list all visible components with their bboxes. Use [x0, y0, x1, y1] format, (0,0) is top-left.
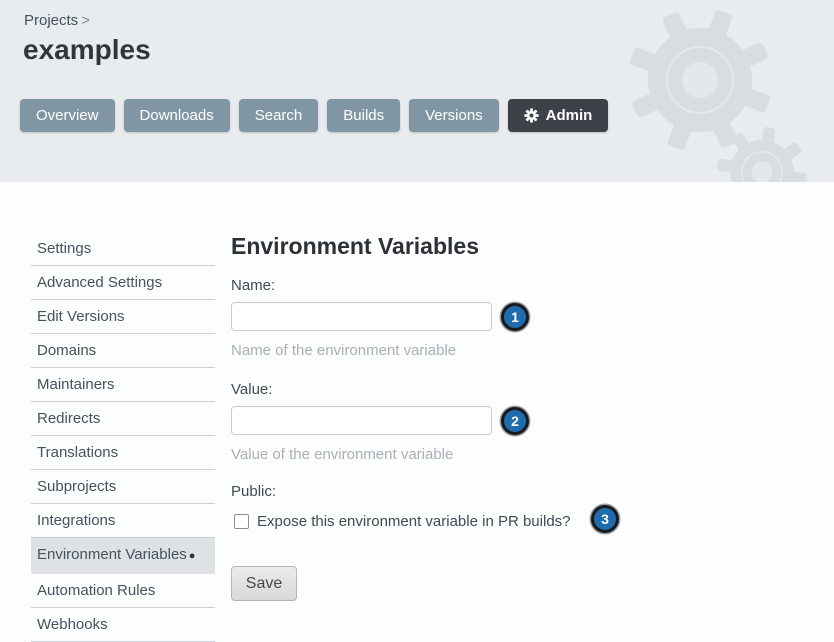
active-item-bullet: ● — [189, 550, 196, 562]
tab-overview[interactable]: Overview — [20, 99, 115, 132]
sidebar-item-redirects[interactable]: Redirects — [31, 402, 215, 436]
project-header: Projects> examples Overview Downloads Se… — [0, 0, 834, 182]
name-helper-text: Name of the environment variable — [231, 342, 456, 359]
value-field-label: Value: — [231, 381, 272, 398]
page-title: examples — [23, 34, 151, 66]
tab-search[interactable]: Search — [239, 99, 319, 132]
gear-icon — [524, 108, 539, 123]
breadcrumb-separator: > — [81, 12, 90, 29]
value-helper-text: Value of the environment variable — [231, 446, 453, 463]
sidebar-item-advanced-settings[interactable]: Advanced Settings — [31, 266, 215, 300]
public-checkbox[interactable] — [234, 514, 249, 529]
tab-builds[interactable]: Builds — [327, 99, 400, 132]
sidebar-item-translations[interactable]: Translations — [31, 436, 215, 470]
sidebar-item-label: Environment Variables — [37, 546, 187, 563]
sidebar-item-domains[interactable]: Domains — [31, 334, 215, 368]
annotation-badge-3: 3 — [591, 505, 619, 533]
project-nav-tabs: Overview Downloads Search Builds Version… — [20, 99, 608, 132]
sidebar-item-maintainers[interactable]: Maintainers — [31, 368, 215, 402]
sidebar-item-webhooks[interactable]: Webhooks — [31, 608, 215, 642]
section-heading: Environment Variables — [231, 233, 479, 260]
annotation-badge-2: 2 — [501, 407, 529, 435]
save-button[interactable]: Save — [231, 566, 297, 601]
public-field-label: Public: — [231, 483, 276, 500]
name-input[interactable] — [231, 302, 492, 331]
gears-decoration-icon — [584, 0, 834, 182]
sidebar-item-environment-variables[interactable]: Environment Variables● — [31, 538, 215, 574]
annotation-badge-1: 1 — [501, 303, 529, 331]
sidebar-item-integrations[interactable]: Integrations — [31, 504, 215, 538]
sidebar-item-settings[interactable]: Settings — [31, 232, 215, 266]
tab-downloads[interactable]: Downloads — [124, 99, 230, 132]
sidebar-item-automation-rules[interactable]: Automation Rules — [31, 574, 215, 608]
breadcrumb: Projects> — [24, 12, 90, 29]
tab-admin[interactable]: Admin — [508, 99, 609, 132]
value-input[interactable] — [231, 406, 492, 435]
tab-versions[interactable]: Versions — [409, 99, 499, 132]
sidebar-item-edit-versions[interactable]: Edit Versions — [31, 300, 215, 334]
admin-sidebar: Settings Advanced Settings Edit Versions… — [31, 232, 215, 642]
public-checkbox-label[interactable]: Expose this environment variable in PR b… — [257, 513, 571, 530]
name-field-label: Name: — [231, 277, 275, 294]
tab-admin-label: Admin — [546, 107, 593, 124]
breadcrumb-projects-link[interactable]: Projects — [24, 12, 78, 29]
sidebar-item-subprojects[interactable]: Subprojects — [31, 470, 215, 504]
